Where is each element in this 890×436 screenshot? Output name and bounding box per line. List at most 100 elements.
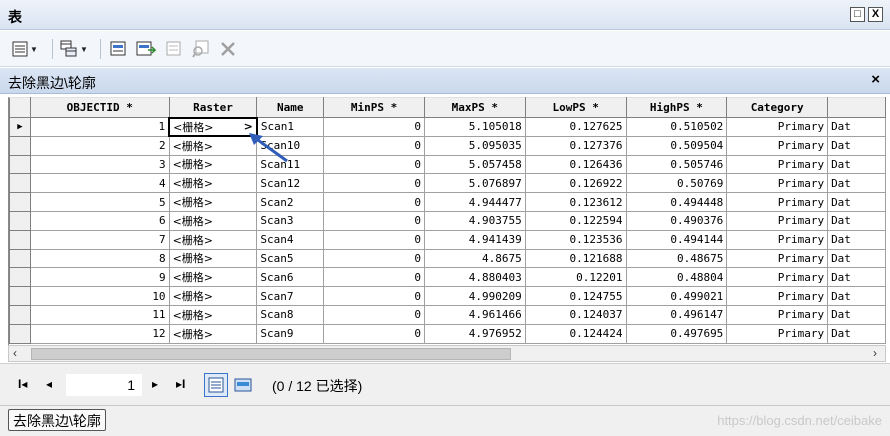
cell-raster[interactable]: <栅格> xyxy=(168,267,258,288)
cell-maxps[interactable]: 4.976952 xyxy=(423,323,526,344)
cell-raster[interactable]: <栅格> > xyxy=(168,116,258,138)
row-selector[interactable] xyxy=(9,286,31,306)
first-record-button[interactable]: I◂ xyxy=(18,377,27,391)
scroll-right-icon[interactable]: › xyxy=(873,346,877,360)
cell-lowps[interactable]: 0.124755 xyxy=(524,286,627,306)
cell-objectid[interactable]: 6 xyxy=(29,210,170,231)
cell-truncated[interactable]: Dat xyxy=(827,192,886,212)
cell-lowps[interactable]: 0.127625 xyxy=(524,117,627,137)
cell-objectid[interactable]: 2 xyxy=(29,135,170,156)
cell-name[interactable]: Scan6 xyxy=(256,267,325,288)
delete-selected-button[interactable] xyxy=(220,39,236,59)
cell-maxps[interactable]: 4.944477 xyxy=(423,192,526,212)
cell-name[interactable]: Scan12 xyxy=(256,173,325,194)
cell-raster[interactable]: <栅格> xyxy=(168,210,258,231)
cell-lowps[interactable]: 0.126436 xyxy=(524,154,627,175)
table-row[interactable]: 3 <栅格> Scan11 0 5.057458 0.126436 0.505746 Prim… xyxy=(9,154,886,175)
cell-minps[interactable]: 0 xyxy=(323,229,425,250)
cell-minps[interactable]: 0 xyxy=(323,135,425,156)
cell-minps[interactable]: 0 xyxy=(323,154,425,175)
table-row[interactable]: 12 <栅格> Scan9 0 4.976952 0.124424 0.497695 Prim… xyxy=(9,323,886,344)
row-selector[interactable]: ▶ xyxy=(9,117,31,137)
cell-category[interactable]: Primary xyxy=(726,286,829,306)
cell-truncated[interactable]: Dat xyxy=(827,248,886,269)
close-window-button[interactable]: X xyxy=(868,7,883,22)
cell-maxps[interactable]: 4.961466 xyxy=(423,304,526,325)
cell-truncated[interactable]: Dat xyxy=(827,154,886,175)
cell-raster[interactable]: <栅格> xyxy=(168,192,258,212)
table-row[interactable]: 4 <栅格> Scan12 0 5.076897 0.126922 0.50769 Prima… xyxy=(9,173,886,194)
table-row[interactable]: ▶ 1 <栅格> > Scan1 0 5.105018 0.127625 0.510502 Pri… xyxy=(9,116,886,138)
row-selector[interactable] xyxy=(9,267,31,288)
table-row[interactable]: 6 <栅格> Scan3 0 4.903755 0.122594 0.490376 Prima… xyxy=(9,210,886,231)
cell-raster[interactable]: <栅格> xyxy=(168,286,258,306)
restore-button[interactable]: □ xyxy=(850,7,865,22)
cell-truncated[interactable]: Dat xyxy=(827,267,886,288)
cell-highps[interactable]: 0.490376 xyxy=(625,210,728,231)
cell-raster[interactable]: <栅格> xyxy=(168,229,258,250)
current-record-input[interactable]: 1 xyxy=(66,374,142,396)
cell-name[interactable]: Scan3 xyxy=(256,210,325,231)
cell-lowps[interactable]: 0.123612 xyxy=(524,192,627,212)
cell-raster[interactable]: <栅格> xyxy=(168,248,258,269)
table-row[interactable]: 11 <栅格> Scan8 0 4.961466 0.124037 0.496147 Prim… xyxy=(9,304,886,325)
row-selector[interactable] xyxy=(9,229,31,250)
cell-highps[interactable]: 0.50769 xyxy=(625,173,728,194)
cell-lowps[interactable]: 0.123536 xyxy=(524,229,627,250)
row-selector[interactable] xyxy=(9,248,31,269)
show-all-records-button[interactable] xyxy=(204,373,228,397)
column-header-category[interactable]: Category xyxy=(726,97,829,118)
cell-highps[interactable]: 0.496147 xyxy=(625,304,728,325)
cell-raster[interactable]: <栅格> xyxy=(168,173,258,194)
cell-truncated[interactable]: Dat xyxy=(827,304,886,325)
cell-objectid[interactable]: 9 xyxy=(29,267,170,288)
scroll-thumb[interactable] xyxy=(31,348,511,360)
cell-category[interactable]: Primary xyxy=(726,323,829,344)
cell-highps[interactable]: 0.509504 xyxy=(625,135,728,156)
row-selector[interactable] xyxy=(9,304,31,325)
cell-objectid[interactable]: 4 xyxy=(29,173,170,194)
cell-highps[interactable]: 0.497695 xyxy=(625,323,728,344)
scroll-left-icon[interactable]: ‹ xyxy=(13,346,17,360)
cell-name[interactable]: Scan8 xyxy=(256,304,325,325)
cell-objectid[interactable]: 5 xyxy=(29,192,170,212)
cell-name[interactable]: Scan5 xyxy=(256,248,325,269)
column-header-raster[interactable]: Raster xyxy=(168,97,258,118)
column-header-minps[interactable]: MinPS * xyxy=(323,97,425,118)
horizontal-scrollbar[interactable]: ‹ › xyxy=(8,345,886,362)
cell-highps[interactable]: 0.499021 xyxy=(625,286,728,306)
cell-lowps[interactable]: 0.126922 xyxy=(524,173,627,194)
cell-maxps[interactable]: 5.057458 xyxy=(423,154,526,175)
cell-maxps[interactable]: 5.095035 xyxy=(423,135,526,156)
cell-lowps[interactable]: 0.124424 xyxy=(524,323,627,344)
cell-minps[interactable]: 0 xyxy=(323,304,425,325)
cell-objectid[interactable]: 3 xyxy=(29,154,170,175)
cell-maxps[interactable]: 4.941439 xyxy=(423,229,526,250)
cell-category[interactable]: Primary xyxy=(726,267,829,288)
cell-objectid[interactable]: 11 xyxy=(29,304,170,325)
cell-minps[interactable]: 0 xyxy=(323,173,425,194)
cell-raster[interactable]: <栅格> xyxy=(168,323,258,344)
last-record-button[interactable]: ▸I xyxy=(176,377,185,391)
cell-truncated[interactable]: Dat xyxy=(827,117,886,137)
table-row[interactable]: 9 <栅格> Scan6 0 4.880403 0.12201 0.48804 Primary… xyxy=(9,267,886,288)
cell-category[interactable]: Primary xyxy=(726,173,829,194)
cell-highps[interactable]: 0.505746 xyxy=(625,154,728,175)
cell-minps[interactable]: 0 xyxy=(323,248,425,269)
cell-highps[interactable]: 0.494448 xyxy=(625,192,728,212)
select-by-attributes-button[interactable] xyxy=(110,39,128,59)
cell-truncated[interactable]: Dat xyxy=(827,135,886,156)
cell-maxps[interactable]: 4.903755 xyxy=(423,210,526,231)
column-header-highps[interactable]: HighPS * xyxy=(625,97,728,118)
table-row[interactable]: 10 <栅格> Scan7 0 4.990209 0.124755 0.499021 Prim… xyxy=(9,286,886,306)
table-row[interactable]: 8 <栅格> Scan5 0 4.8675 0.121688 0.48675 Primary D… xyxy=(9,248,886,269)
related-tables-button[interactable]: ▼ xyxy=(60,39,88,59)
cell-truncated[interactable]: Dat xyxy=(827,323,886,344)
table-tab[interactable]: 去除黑边\轮廓 xyxy=(8,409,106,431)
row-selector[interactable] xyxy=(9,173,31,194)
cell-maxps[interactable]: 4.8675 xyxy=(423,248,526,269)
cell-highps[interactable]: 0.48675 xyxy=(625,248,728,269)
cell-category[interactable]: Primary xyxy=(726,210,829,231)
cell-objectid[interactable]: 1 xyxy=(29,117,170,137)
row-selector[interactable] xyxy=(9,135,31,156)
